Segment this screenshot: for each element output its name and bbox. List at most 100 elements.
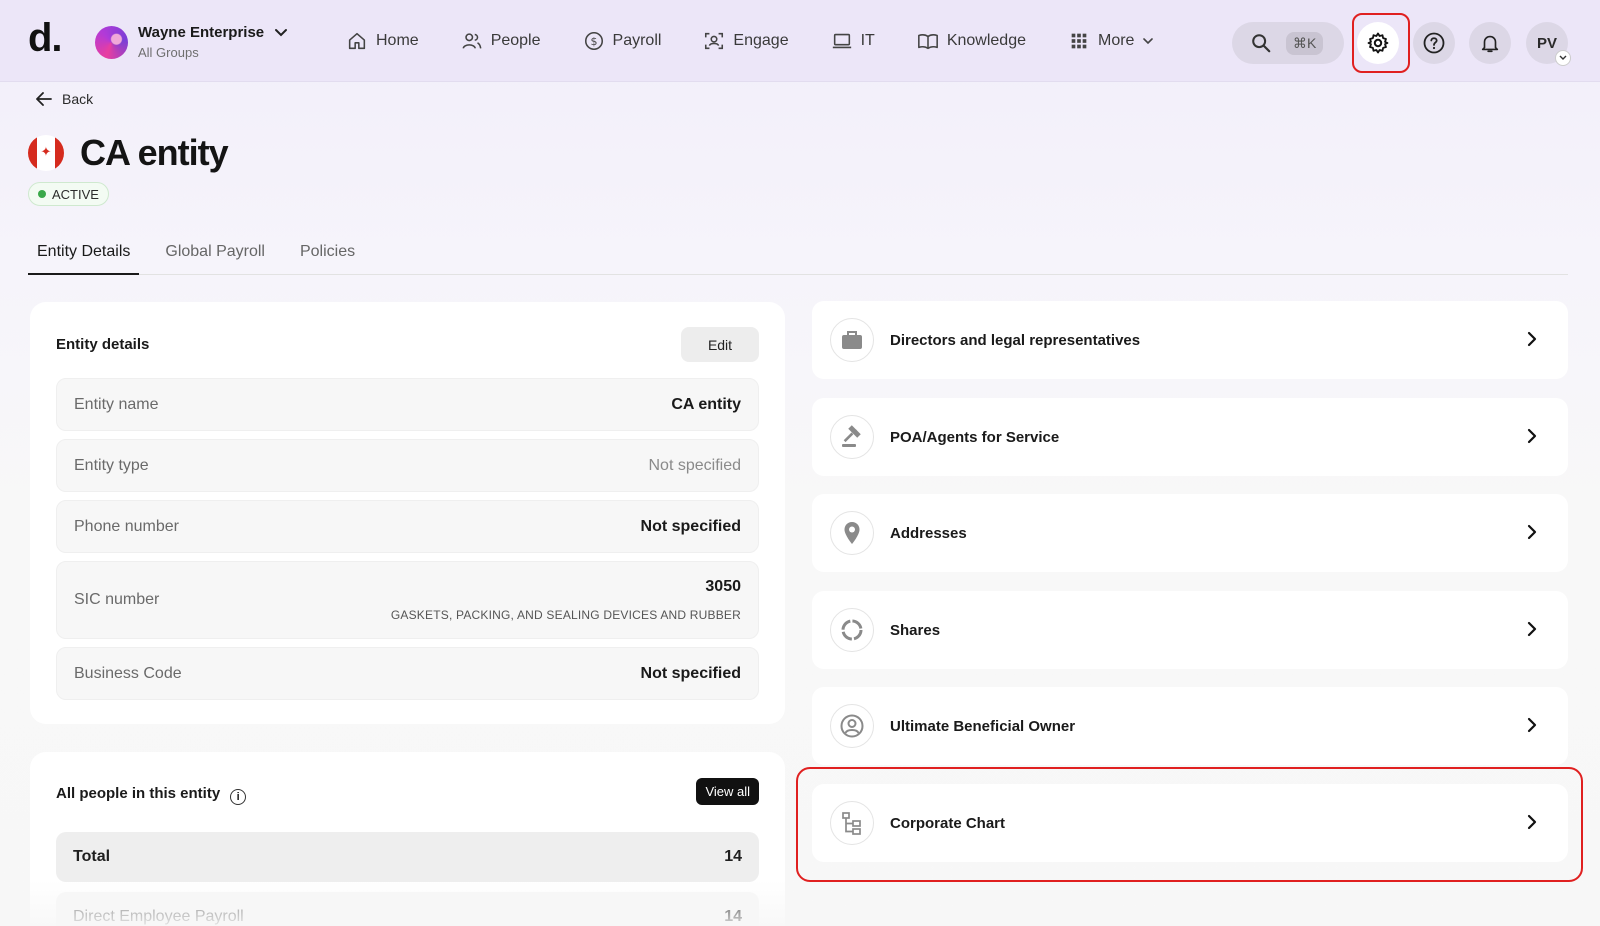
link-label: Ultimate Beneficial Owner <box>890 717 1076 735</box>
back-link[interactable]: Back <box>36 91 93 107</box>
user-avatar-button[interactable]: PV <box>1526 22 1571 66</box>
tab-global-payroll[interactable]: Global Payroll <box>156 240 274 275</box>
search-shortcut: ⌘K <box>1286 31 1324 55</box>
detail-value: 3050 <box>705 578 741 595</box>
detail-value: Not specified <box>648 456 742 474</box>
detail-label: Entity name <box>74 395 159 413</box>
briefcase-icon <box>830 318 874 362</box>
company-switcher[interactable]: Wayne Enterprise All Groups <box>95 24 288 60</box>
link-label: Shares <box>890 621 941 639</box>
app-logo[interactable]: d. <box>28 18 63 58</box>
nav-it[interactable]: IT <box>831 30 875 52</box>
people-card: All people in this entity i View all Tota… <box>30 752 785 926</box>
company-name: Wayne Enterprise <box>138 24 265 41</box>
people-row-total: Total 14 <box>56 832 759 882</box>
detail-value: Not specified <box>640 664 741 682</box>
people-heading: All people in this entity i <box>56 785 247 805</box>
detail-row-entity-type: Entity type Not specified <box>56 439 759 492</box>
top-navigation-bar: d. Wayne Enterprise All Groups Home Peop… <box>0 0 1600 82</box>
link-label: POA/Agents for Service <box>890 428 1060 446</box>
detail-row-entity-name: Entity name CA entity <box>56 378 759 431</box>
grid-icon <box>1071 33 1087 49</box>
notifications-button[interactable] <box>1469 22 1511 64</box>
book-icon <box>917 34 938 50</box>
chevron-down-icon <box>1143 38 1154 45</box>
settings-highlight-box <box>1352 13 1410 73</box>
entity-details-card: Entity details Edit Entity name CA entit… <box>30 302 785 724</box>
nav-home[interactable]: Home <box>346 30 419 52</box>
chevron-right-icon <box>1527 621 1537 637</box>
link-label: Addresses <box>890 524 967 542</box>
tab-entity-details[interactable]: Entity Details <box>28 240 140 275</box>
people-heading-label: All people in this entity <box>56 785 221 802</box>
page-title: CA entity <box>80 132 229 173</box>
link-shares[interactable]: Shares <box>812 591 1568 669</box>
detail-label: Entity type <box>74 456 149 474</box>
engage-icon <box>705 32 724 50</box>
detail-value: CA entity <box>671 395 741 413</box>
detail-label: Phone number <box>74 517 179 535</box>
people-icon <box>462 33 482 49</box>
nav-people-label: People <box>490 32 541 49</box>
people-row-direct-employee-payroll: Direct Employee Payroll 14 <box>56 892 759 926</box>
canada-flag-icon: ✦ <box>28 135 64 171</box>
chevron-right-icon <box>1527 717 1537 733</box>
bell-icon <box>1481 35 1499 53</box>
user-circle-icon <box>830 704 874 748</box>
link-directors-legal-representatives[interactable]: Directors and legal representatives <box>812 301 1568 379</box>
help-circle-icon <box>1423 32 1445 54</box>
nav-home-label: Home <box>376 32 419 49</box>
nav-engage-label: Engage <box>733 32 789 49</box>
corporate-chart-highlight-box <box>796 767 1583 882</box>
arrow-left-icon <box>36 92 52 106</box>
company-avatar <box>95 25 128 59</box>
laptop-icon <box>832 33 851 49</box>
detail-label: Business Code <box>74 664 182 682</box>
view-all-button[interactable]: View all <box>696 778 759 805</box>
entity-details-heading: Entity details <box>56 336 150 353</box>
detail-row-sic-number: SIC number 3050 GASKETS, PACKING, AND SE… <box>56 561 759 639</box>
nav-people[interactable]: People <box>461 30 541 52</box>
detail-row-phone-number: Phone number Not specified <box>56 500 759 553</box>
chevron-right-icon <box>1527 524 1537 540</box>
tab-bar: Entity Details Global Payroll Policies <box>28 240 1568 275</box>
dollar-circle-icon: $ <box>584 31 603 51</box>
nav-knowledge[interactable]: Knowledge <box>917 30 1026 52</box>
detail-label: SIC number <box>74 591 160 608</box>
people-row-value: 14 <box>724 848 742 865</box>
info-icon[interactable]: i <box>230 789 247 805</box>
search-button[interactable]: ⌘K <box>1232 22 1344 64</box>
nav-more-label: More <box>1097 32 1135 49</box>
status-dot <box>38 190 46 198</box>
home-icon <box>348 32 366 50</box>
people-row-value: 14 <box>724 908 742 925</box>
link-ultimate-beneficial-owner[interactable]: Ultimate Beneficial Owner <box>812 687 1568 765</box>
edit-button[interactable]: Edit <box>681 327 759 362</box>
shares-icon <box>830 608 874 652</box>
main-nav: Home People $ Payroll Engage IT Knowledg… <box>346 30 1196 52</box>
people-row-label: Direct Employee Payroll <box>73 908 244 925</box>
nav-more[interactable]: More <box>1068 30 1154 52</box>
avatar-initials: PV <box>1536 34 1557 52</box>
company-group-label: All Groups <box>138 45 199 60</box>
link-poa-agents-for-service[interactable]: POA/Agents for Service <box>812 398 1568 476</box>
svg-text:$: $ <box>590 35 597 48</box>
nav-knowledge-label: Knowledge <box>946 32 1026 49</box>
search-icon <box>1252 34 1271 53</box>
help-button[interactable] <box>1413 22 1455 64</box>
detail-row-business-code: Business Code Not specified <box>56 647 759 700</box>
nav-payroll[interactable]: $ Payroll <box>583 30 661 52</box>
nav-engage[interactable]: Engage <box>703 30 789 52</box>
chevron-down-icon <box>275 28 288 36</box>
detail-value: Not specified <box>640 517 741 535</box>
link-label: Directors and legal representatives <box>890 331 1141 349</box>
people-row-label: Total <box>73 848 111 865</box>
tab-policies[interactable]: Policies <box>291 240 364 275</box>
nav-it-label: IT <box>860 32 875 49</box>
chevron-right-icon <box>1527 428 1537 444</box>
link-addresses[interactable]: Addresses <box>812 494 1568 572</box>
chevron-right-icon <box>1527 331 1537 347</box>
status-badge: ACTIVE <box>28 182 109 206</box>
back-label: Back <box>62 91 94 107</box>
chevron-down-icon <box>1555 50 1571 66</box>
